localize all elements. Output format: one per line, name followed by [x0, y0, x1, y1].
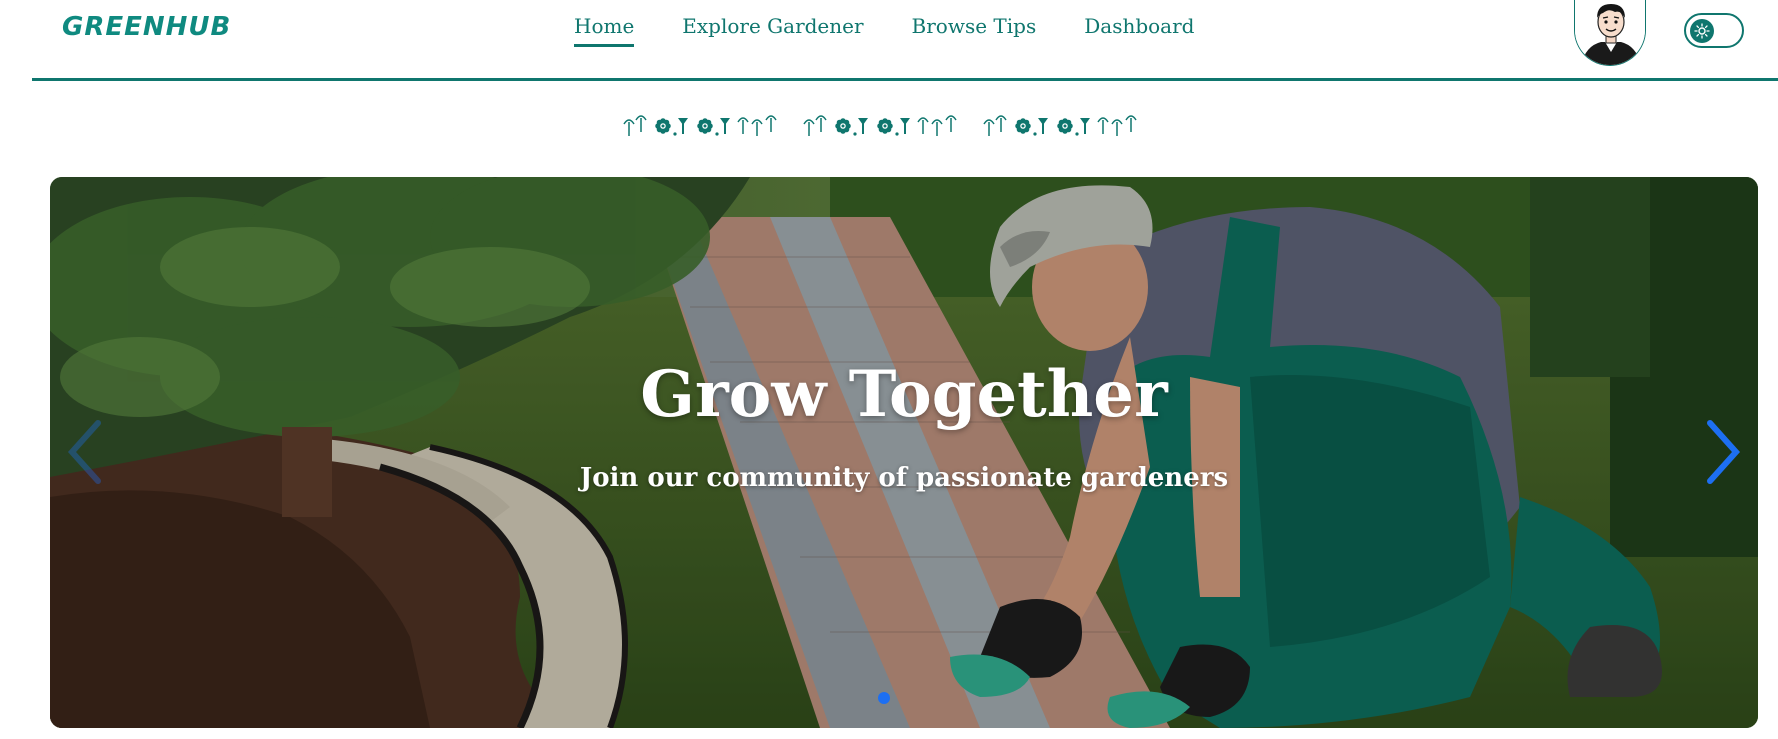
theme-toggle[interactable] — [1684, 13, 1744, 48]
avatar-icon — [1575, 0, 1645, 65]
nav-item-home[interactable]: Home — [574, 14, 635, 47]
floral-divider-icon — [0, 110, 1778, 144]
hero-carousel: Grow Together Join our community of pass… — [50, 177, 1758, 728]
nav-item-explore-gardener[interactable]: Explore Gardener — [682, 14, 863, 47]
navbar: GREENHUB Home Explore Gardener Browse Ti… — [0, 0, 1778, 82]
chevron-right-icon — [1707, 420, 1741, 484]
nav-item-browse-tips[interactable]: Browse Tips — [912, 14, 1037, 47]
carousel-dot[interactable] — [878, 692, 890, 704]
nav-item-dashboard[interactable]: Dashboard — [1084, 14, 1194, 47]
brand-logo[interactable]: GREENHUB — [62, 12, 231, 42]
chevron-left-icon — [67, 420, 101, 484]
carousel-prev-button[interactable] — [60, 417, 110, 487]
header-divider — [32, 78, 1778, 81]
carousel-next-button[interactable] — [1698, 417, 1748, 487]
hero-subtitle: Join our community of passionate gardene… — [579, 463, 1229, 493]
sun-icon — [1690, 19, 1714, 43]
main-nav: Home Explore Gardener Browse Tips Dashbo… — [574, 14, 1242, 47]
carousel-pagination — [878, 692, 890, 704]
user-avatar[interactable] — [1574, 0, 1646, 66]
hero-overlay — [50, 177, 1758, 728]
hero-title: Grow Together — [640, 357, 1168, 432]
